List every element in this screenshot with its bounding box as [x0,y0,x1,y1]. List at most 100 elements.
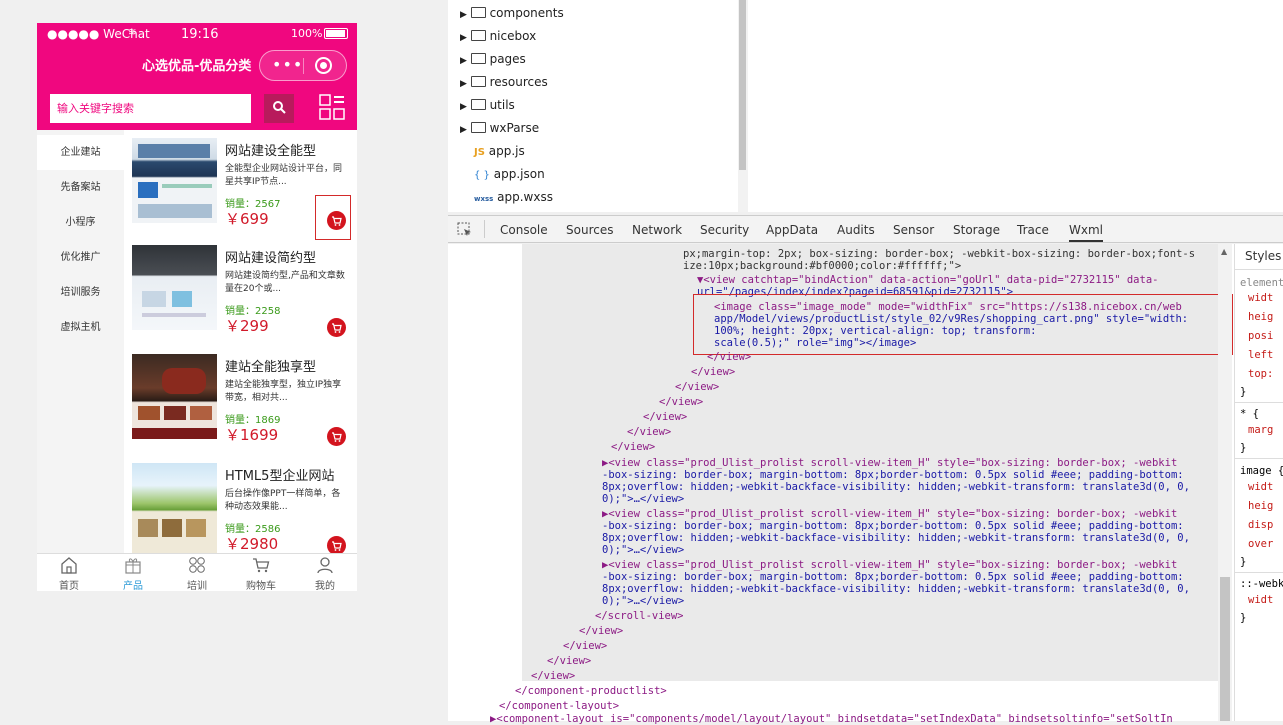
tree-file-app-json[interactable]: { } app.json [474,167,545,181]
add-to-cart-button[interactable] [327,427,346,446]
code-line[interactable]: </view> [579,625,623,637]
code-line[interactable]: </view> [563,640,607,652]
sidebar-item-miniprogram[interactable]: 小程序 [37,205,124,240]
code-line[interactable]: app/Model/views/productList/style_02/v9R… [714,313,1188,325]
tab-wxml[interactable]: Wxml [1069,223,1103,242]
tree-folder-pages[interactable]: ▶ pages [460,52,526,66]
tab-trace[interactable]: Trace [1017,223,1049,237]
tab-console[interactable]: Console [500,223,548,237]
code-line[interactable]: </view> [675,381,719,393]
search-input[interactable] [50,94,251,123]
code-line[interactable]: </component-productlist> [515,685,667,697]
style-prop[interactable]: widt [1248,481,1273,493]
wxml-scrollbar-thumb[interactable] [1220,577,1230,721]
code-line[interactable]: 100%; height: 20px; vertical-align: top;… [714,325,1036,337]
code-line[interactable]: 8px;overflow: hidden;-webkit-backface-vi… [602,583,1190,595]
tab-audits[interactable]: Audits [837,223,875,237]
code-line[interactable]: 0);">…</view> [602,544,684,556]
tree-folder-nicebox[interactable]: ▶ nicebox [460,29,536,43]
style-prop[interactable]: marg [1248,424,1273,436]
code-line[interactable]: </view> [659,396,703,408]
tab-cart[interactable]: 购物车 [229,556,293,591]
inspect-element-icon[interactable] [457,222,472,237]
more-icon[interactable]: ••• [272,55,303,74]
tree-folder-resources[interactable]: ▶ resources [460,75,548,89]
style-rule[interactable]: * { [1240,408,1259,420]
code-line[interactable]: ▶<view class="prod_Ulist_prolist scroll-… [602,457,1177,469]
code-line[interactable]: </view> [707,351,751,363]
code-line[interactable]: 0);">…</view> [602,595,684,607]
style-prop[interactable]: left [1248,349,1273,361]
tab-sensor[interactable]: Sensor [893,223,934,237]
code-line[interactable]: 0);">…</view> [602,493,684,505]
code-line[interactable]: ▶<view class="prod_Ulist_prolist scroll-… [602,508,1177,520]
code-line[interactable]: scale(0.5);" role="img"></image> [714,337,916,349]
style-prop[interactable]: disp [1248,519,1273,531]
sidebar-item-seo[interactable]: 优化推广 [37,240,124,275]
style-prop[interactable]: posi [1248,330,1273,342]
tab-appdata[interactable]: AppData [766,223,818,237]
code-line[interactable]: </view> [531,670,575,682]
tree-folder-utils[interactable]: ▶ utils [460,98,515,112]
styles-tab[interactable]: Styles [1245,249,1281,263]
code-line[interactable]: </view> [547,655,591,667]
tab-me[interactable]: 我的 [293,556,357,591]
code-line[interactable]: 8px;overflow: hidden;-webkit-backface-vi… [602,532,1190,544]
tree-folder-components[interactable]: ▶ components [460,6,564,20]
code-line[interactable]: ▶<view class="prod_Ulist_prolist scroll-… [602,559,1177,571]
sidebar-item-enterprise[interactable]: 企业建站 [37,135,124,170]
style-prop[interactable]: widt [1248,594,1273,606]
scroll-up-icon[interactable]: ▲ [1221,247,1227,256]
sidebar-item-training[interactable]: 培训服务 [37,275,124,310]
code-line[interactable]: </view> [627,426,671,438]
tree-folder-wxparse[interactable]: ▶ wxParse [460,121,539,135]
style-rule[interactable]: image { [1240,465,1283,477]
tab-storage[interactable]: Storage [953,223,1000,237]
tab-home[interactable]: 首页 [37,556,101,591]
style-rule[interactable]: element [1240,277,1283,289]
code-line[interactable]: ▼<view catchtap="bindAction" data-action… [697,274,1158,286]
code-line[interactable]: ize:10px;background:#bf0000;color:#fffff… [683,260,961,272]
sidebar-item-hosting[interactable]: 虚拟主机 [37,310,124,345]
code-line[interactable]: 8px;overflow: hidden;-webkit-backface-vi… [602,481,1190,493]
style-prop[interactable]: top: [1248,368,1273,380]
code-line[interactable]: </view> [611,441,655,453]
sidebar-item-filing[interactable]: 先备案站 [37,170,124,205]
style-prop[interactable]: widt [1248,292,1273,304]
code-line[interactable]: <image class="image_mode" mode="widthFix… [714,301,1182,313]
tab-security[interactable]: Security [700,223,749,237]
tab-training[interactable]: 培训 [165,556,229,591]
product-card[interactable]: 网站建设简约型 网站建设简约型,产品和文章数量在20个或... 销量：2258 … [124,245,357,345]
code-line[interactable]: ▶<component-layout is="components/model/… [490,713,1216,725]
product-card[interactable]: HTML5型企业网站 后台操作像PPT一样简单，各种动态效果能... 销量：25… [124,463,357,555]
product-name[interactable]: 网站建设全能型 [225,140,316,159]
tree-scrollbar-thumb[interactable] [739,0,746,170]
code-line[interactable]: -box-sizing: border-box; margin-bottom: … [602,571,1184,583]
code-line[interactable]: -box-sizing: border-box; margin-bottom: … [602,520,1184,532]
tree-file-app-js[interactable]: JS app.js [474,144,525,158]
search-button[interactable] [264,94,294,123]
style-rule[interactable]: ::-webk [1240,578,1283,590]
code-line[interactable]: -box-sizing: border-box; margin-bottom: … [602,469,1184,481]
product-card[interactable]: 网站建设全能型 全能型企业网站设计平台，同星共享IP节点... 销量：2567 … [124,138,357,240]
code-line[interactable]: </component-layout> [499,700,619,712]
tab-sources[interactable]: Sources [566,223,613,237]
style-prop[interactable]: heig [1248,500,1273,512]
product-name[interactable]: 网站建设简约型 [225,247,316,266]
tree-file-app-wxss[interactable]: wxss app.wxss [474,190,553,204]
code-line[interactable]: </view> [643,411,687,423]
grid-view-icon[interactable] [319,94,345,120]
close-miniapp-icon[interactable] [315,57,332,74]
tab-network[interactable]: Network [632,223,682,237]
product-name[interactable]: 建站全能独享型 [225,356,316,375]
code-line[interactable]: </scroll-view> [595,610,684,622]
tab-products[interactable]: 产品 [101,556,165,591]
product-name[interactable]: HTML5型企业网站 [225,465,334,484]
add-to-cart-button[interactable] [327,318,346,337]
code-line[interactable]: </view> [691,366,735,378]
product-card[interactable]: 建站全能独享型 建站全能独享型，独立IP独享带宽，相对共... 销量：1869 … [124,354,357,454]
style-prop[interactable]: heig [1248,311,1273,323]
style-prop[interactable]: over [1248,538,1273,550]
capsule-menu[interactable]: ••• [259,50,347,81]
code-line[interactable]: px;margin-top: 2px; box-sizing: border-b… [683,248,1195,260]
